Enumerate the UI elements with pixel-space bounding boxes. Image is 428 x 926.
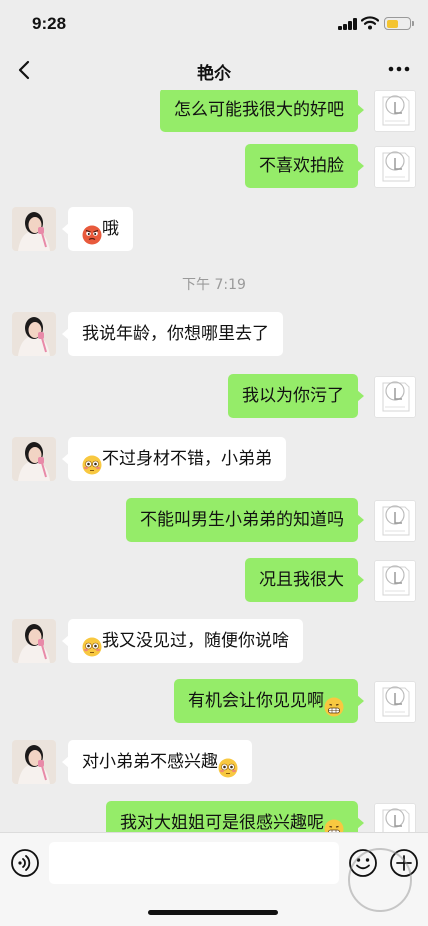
message-received: 我又没见过，随便你说啥 xyxy=(0,619,428,663)
message-bubble[interactable]: 我以为你污了 xyxy=(228,374,364,418)
flushed-face-emoji-icon xyxy=(82,448,102,474)
flushed-face-emoji-icon xyxy=(218,751,238,777)
own-avatar[interactable] xyxy=(374,681,416,723)
message-text: 怎么可能我很大的好吧 xyxy=(174,100,344,120)
angry-face-emoji-icon xyxy=(82,218,102,244)
message-bubble[interactable]: 我又没见过，随便你说啥 xyxy=(62,619,303,663)
message-received: 不过身材不错，小弟弟 xyxy=(0,437,428,481)
message-received: 哦 xyxy=(0,207,428,251)
contact-avatar[interactable] xyxy=(12,619,56,663)
message-sent: 怎么可能我很大的好吧 xyxy=(0,90,428,132)
grimacing-face-emoji-icon xyxy=(324,690,344,716)
message-text: 况且我很大 xyxy=(259,570,344,590)
voice-input-icon[interactable] xyxy=(10,848,40,878)
own-avatar[interactable] xyxy=(374,376,416,418)
message-bubble[interactable]: 有机会让你见见啊 xyxy=(174,679,364,723)
message-sent: 有机会让你见见啊 xyxy=(0,679,428,723)
message-input[interactable] xyxy=(49,842,339,884)
home-indicator[interactable] xyxy=(148,910,278,915)
message-text: 我又没见过，随便你说啥 xyxy=(102,631,289,651)
message-bubble[interactable]: 怎么可能我很大的好吧 xyxy=(160,90,364,132)
chat-title: 艳尒 xyxy=(197,64,231,84)
message-text: 不喜欢拍脸 xyxy=(259,156,344,176)
message-bubble[interactable]: 我对大姐姐可是很感兴趣呢 xyxy=(106,801,364,832)
own-avatar[interactable] xyxy=(374,146,416,188)
cellular-signal-icon xyxy=(338,18,358,30)
own-avatar[interactable] xyxy=(374,90,416,132)
wifi-icon xyxy=(361,16,379,30)
own-avatar[interactable] xyxy=(374,560,416,602)
message-bubble[interactable]: 况且我很大 xyxy=(245,558,364,602)
own-avatar[interactable] xyxy=(374,803,416,832)
message-list[interactable]: 怎么可能我很大的好吧 不喜欢拍脸 哦 下午 7:19 我说年龄，你想哪里去了 我… xyxy=(0,90,428,832)
battery-icon xyxy=(384,17,414,30)
message-bubble[interactable]: 不喜欢拍脸 xyxy=(245,144,364,188)
contact-avatar[interactable] xyxy=(12,437,56,481)
message-text: 我对大姐姐可是很感兴趣呢 xyxy=(120,813,324,832)
message-bubble[interactable]: 不能叫男生小弟弟的知道吗 xyxy=(126,498,364,542)
grimacing-face-emoji-icon xyxy=(324,812,344,832)
contact-avatar[interactable] xyxy=(12,740,56,784)
flushed-face-emoji-icon xyxy=(82,630,102,656)
message-timestamp: 下午 7:19 xyxy=(182,277,246,293)
message-bubble[interactable]: 不过身材不错，小弟弟 xyxy=(62,437,286,481)
message-sent: 不喜欢拍脸 xyxy=(0,144,428,188)
message-received: 对小弟弟不感兴趣 xyxy=(0,740,428,784)
chat-header: 艳尒 xyxy=(0,50,428,90)
message-text: 不能叫男生小弟弟的知道吗 xyxy=(140,510,344,530)
watermark-logo xyxy=(348,848,412,912)
message-sent: 不能叫男生小弟弟的知道吗 xyxy=(0,498,428,542)
battery-level xyxy=(386,19,398,28)
status-bar: 9:28 xyxy=(0,0,428,50)
message-sent: 我以为你污了 xyxy=(0,374,428,418)
status-time: 9:28 xyxy=(32,14,67,33)
message-bubble[interactable]: 哦 xyxy=(62,207,133,251)
message-sent: 我对大姐姐可是很感兴趣呢 xyxy=(0,801,428,832)
contact-avatar[interactable] xyxy=(12,207,56,251)
message-bubble[interactable]: 对小弟弟不感兴趣 xyxy=(62,740,252,784)
contact-avatar[interactable] xyxy=(12,312,56,356)
message-text: 哦 xyxy=(102,219,119,239)
more-options-icon[interactable] xyxy=(386,58,412,80)
message-bubble[interactable]: 我说年龄，你想哪里去了 xyxy=(62,312,283,356)
own-avatar[interactable] xyxy=(374,500,416,542)
message-text: 我以为你污了 xyxy=(242,386,344,406)
message-text: 有机会让你见见啊 xyxy=(188,691,324,711)
message-text: 对小弟弟不感兴趣 xyxy=(82,752,218,772)
message-sent: 况且我很大 xyxy=(0,558,428,602)
message-received: 我说年龄，你想哪里去了 xyxy=(0,312,428,356)
message-text: 不过身材不错，小弟弟 xyxy=(102,449,272,469)
message-text: 我说年龄，你想哪里去了 xyxy=(82,324,269,344)
